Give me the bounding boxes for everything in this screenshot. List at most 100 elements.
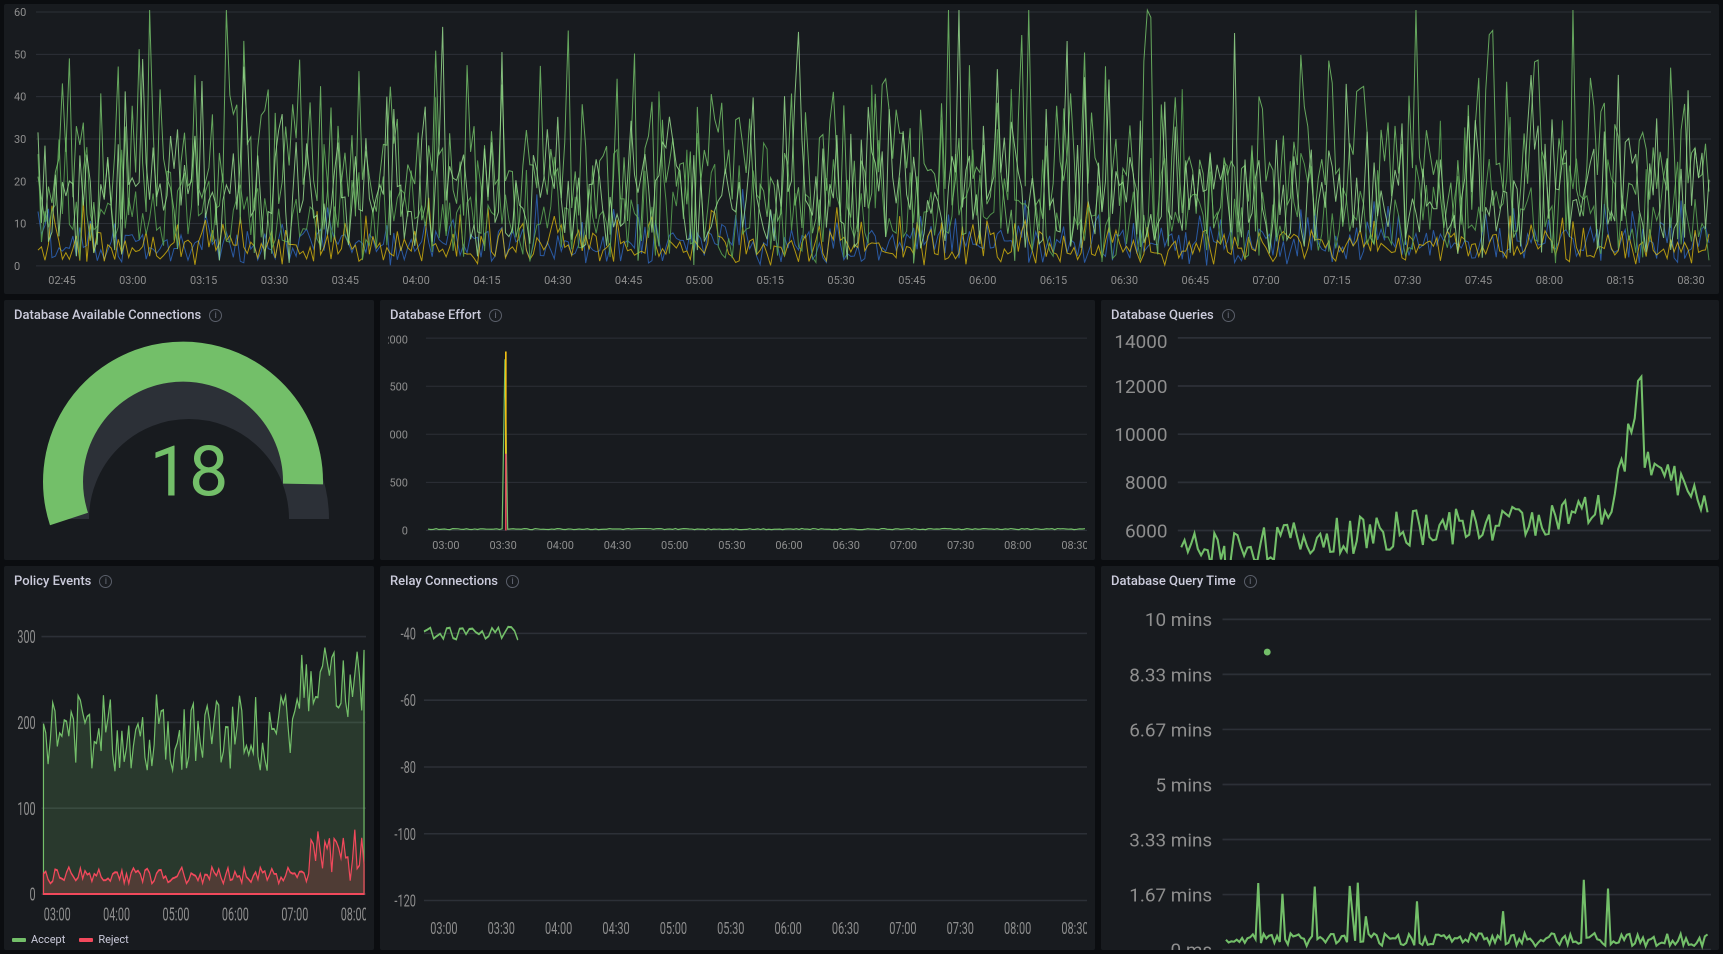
svg-text:07:15: 07:15 [1323,274,1350,287]
svg-text:03:30: 03:30 [488,920,515,939]
panel-title: Database Queries [1111,308,1214,323]
svg-text:07:00: 07:00 [890,539,917,552]
legend-chip-icon [79,938,93,942]
db-queries-panel[interactable]: Database Queries i 0 200 [1101,300,1719,560]
qtime-chart: 0 ms 1.67 mins 3.33 mins 5 mins 6.67 min… [1109,597,1711,950]
svg-text:10000: 10000 [1114,423,1167,446]
svg-text:06:00: 06:00 [222,903,249,925]
relay-connections-panel[interactable]: Relay Connections i -40 -60 -80 [380,566,1095,950]
svg-text:05:00: 05:00 [163,903,190,925]
db-query-time-panel[interactable]: Database Query Time i 0 ms 1.67 min [1101,566,1719,950]
svg-text:300: 300 [17,626,35,648]
info-icon: i [506,575,519,588]
svg-text:07:30: 07:30 [947,539,974,552]
svg-text:04:00: 04:00 [545,920,572,939]
svg-text:06:00: 06:00 [969,274,996,287]
panel-title: Database Available Connections [14,308,201,323]
svg-text:06:15: 06:15 [1040,274,1067,287]
db-connections-panel[interactable]: Database Available Connections i 18 [4,300,374,560]
panel-title: Database Query Time [1111,574,1236,589]
svg-text:04:00: 04:00 [547,539,574,552]
legend-chip-icon [12,938,26,942]
svg-text:04:15: 04:15 [473,274,500,287]
svg-text:08:15: 08:15 [1607,274,1634,287]
svg-text:-120: -120 [394,892,416,911]
gauge-value: 18 [150,431,229,513]
svg-text:03:30: 03:30 [489,539,516,552]
panel-title: Policy Events [14,574,91,589]
svg-text:03:00: 03:00 [432,539,459,552]
svg-text:14000: 14000 [1114,331,1167,353]
svg-text:07:45: 07:45 [1465,274,1492,287]
panel-title: Database Effort [390,308,481,323]
svg-text:06:00: 06:00 [775,539,802,552]
svg-text:10: 10 [14,218,26,231]
policy-chart: 0 100 200 300 03:0004:0005:0006:0007:000… [12,597,366,927]
svg-text:03:00: 03:00 [430,920,457,939]
svg-text:03:30: 03:30 [261,274,288,287]
svg-text:0: 0 [402,524,408,537]
relay-chart: -40 -60 -80 -100 -120 03:0003:3004:0004:… [388,597,1087,946]
svg-text:06:30: 06:30 [833,539,860,552]
svg-text:-40: -40 [401,625,416,644]
svg-text:05:30: 05:30 [718,539,745,552]
panel-title: Relay Connections [390,574,498,589]
svg-text:1000: 1000 [388,428,408,441]
svg-text:0 ms: 0 ms [1171,938,1213,950]
info-icon: i [209,309,222,322]
svg-text:40: 40 [14,91,26,104]
legend-accept[interactable]: Accept [12,933,65,946]
svg-text:1.67 mins: 1.67 mins [1129,883,1212,906]
info-icon: i [1244,575,1257,588]
svg-text:04:30: 04:30 [544,274,571,287]
db-queries-chart: 0 2000 4000 6000 8000 10000 12000 14000 … [1109,331,1711,560]
svg-text:04:00: 04:00 [402,274,429,287]
svg-text:6.67 mins: 6.67 mins [1129,718,1212,741]
svg-text:05:00: 05:00 [660,920,687,939]
svg-text:08:00: 08:00 [1536,274,1563,287]
svg-text:07:00: 07:00 [889,920,916,939]
info-icon: i [99,575,112,588]
svg-text:04:30: 04:30 [604,539,631,552]
svg-text:10 mins: 10 mins [1145,608,1212,631]
svg-text:08:30: 08:30 [1061,539,1087,552]
svg-text:04:30: 04:30 [602,920,629,939]
svg-text:50: 50 [14,48,26,61]
svg-text:04:45: 04:45 [615,274,642,287]
svg-text:08:00: 08:00 [341,903,366,925]
svg-text:05:00: 05:00 [661,539,688,552]
svg-text:03:45: 03:45 [332,274,359,287]
svg-text:05:30: 05:30 [827,274,854,287]
svg-text:8000: 8000 [1125,471,1168,494]
svg-text:04:00: 04:00 [103,903,130,925]
policy-events-panel[interactable]: Policy Events i 0 100 200 300 0 [4,566,374,950]
svg-text:0: 0 [14,260,20,273]
svg-text:05:00: 05:00 [686,274,713,287]
svg-text:06:30: 06:30 [832,920,859,939]
svg-text:12000: 12000 [1114,375,1167,398]
svg-text:0: 0 [30,884,36,906]
svg-text:06:45: 06:45 [1182,274,1209,287]
svg-text:06:00: 06:00 [774,920,801,939]
svg-text:08:30: 08:30 [1677,274,1704,287]
svg-text:100: 100 [17,798,35,820]
top-traffic-panel[interactable]: 0 10 20 30 40 50 60 02:4503:0003:1503:30… [4,4,1719,294]
svg-text:03:00: 03:00 [44,903,71,925]
top-chart: 0 10 20 30 40 50 60 02:4503:0003:1503:30… [12,4,1711,290]
svg-text:06:30: 06:30 [1111,274,1138,287]
svg-text:200: 200 [17,712,35,734]
legend-reject[interactable]: Reject [79,933,128,946]
policy-legend: Accept Reject [4,931,374,950]
db-effort-panel[interactable]: Database Effort i 0 500 [380,300,1095,560]
svg-text:07:30: 07:30 [947,920,974,939]
svg-text:03:00: 03:00 [119,274,146,287]
svg-text:-100: -100 [394,826,416,845]
svg-text:30: 30 [14,133,26,146]
svg-text:2000: 2000 [388,333,408,346]
svg-text:02:45: 02:45 [48,274,75,287]
svg-text:60: 60 [14,6,26,19]
svg-text:05:30: 05:30 [717,920,744,939]
svg-text:07:00: 07:00 [1252,274,1279,287]
svg-text:-60: -60 [401,692,416,711]
svg-text:08:30: 08:30 [1061,920,1087,939]
